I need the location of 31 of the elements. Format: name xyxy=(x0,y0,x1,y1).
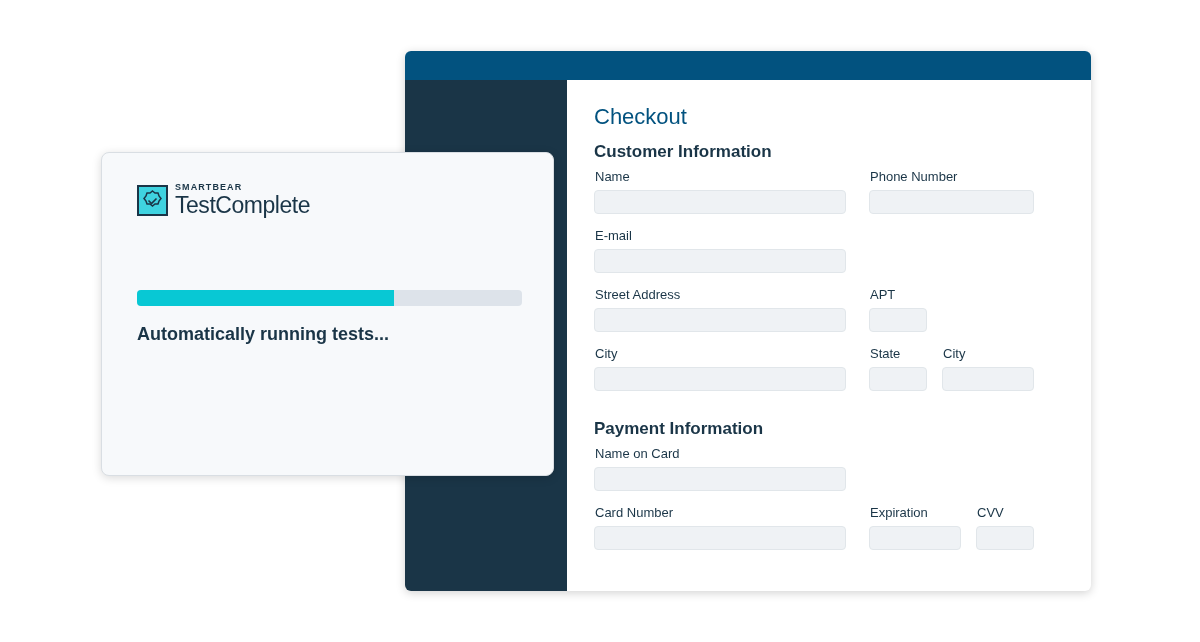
input-field[interactable] xyxy=(594,467,846,491)
field-label: City xyxy=(594,346,619,362)
input-field[interactable] xyxy=(869,367,927,391)
input-field[interactable] xyxy=(594,190,846,214)
input-field[interactable] xyxy=(594,367,846,391)
field-label: Expiration xyxy=(869,505,929,521)
field-label: Name xyxy=(594,169,631,185)
status-text: Automatically running tests... xyxy=(137,323,391,346)
input-field[interactable] xyxy=(942,367,1034,391)
field-label: CVV xyxy=(976,505,1005,521)
input-field[interactable] xyxy=(869,308,927,332)
field-label: City xyxy=(942,346,967,362)
field-label: State xyxy=(869,346,902,362)
input-field[interactable] xyxy=(594,308,846,332)
field-label: Phone Number xyxy=(869,169,959,185)
field-label: APT xyxy=(869,287,897,303)
input-field[interactable] xyxy=(869,526,961,550)
page-title: Checkout xyxy=(594,104,688,130)
input-field[interactable] xyxy=(976,526,1034,550)
input-field[interactable] xyxy=(594,526,846,550)
product-name: TestComplete xyxy=(175,194,311,217)
field-label: E-mail xyxy=(594,228,633,244)
section-heading: Payment Information xyxy=(594,418,765,440)
field-label: Card Number xyxy=(594,505,675,521)
field-label: Street Address xyxy=(594,287,682,303)
input-field[interactable] xyxy=(869,190,1034,214)
section-heading: Customer Information xyxy=(594,141,773,163)
brand-name: SMARTBEAR xyxy=(175,183,244,192)
field-label: Name on Card xyxy=(594,446,681,462)
badge-check-icon xyxy=(137,184,168,216)
input-field[interactable] xyxy=(594,249,846,273)
